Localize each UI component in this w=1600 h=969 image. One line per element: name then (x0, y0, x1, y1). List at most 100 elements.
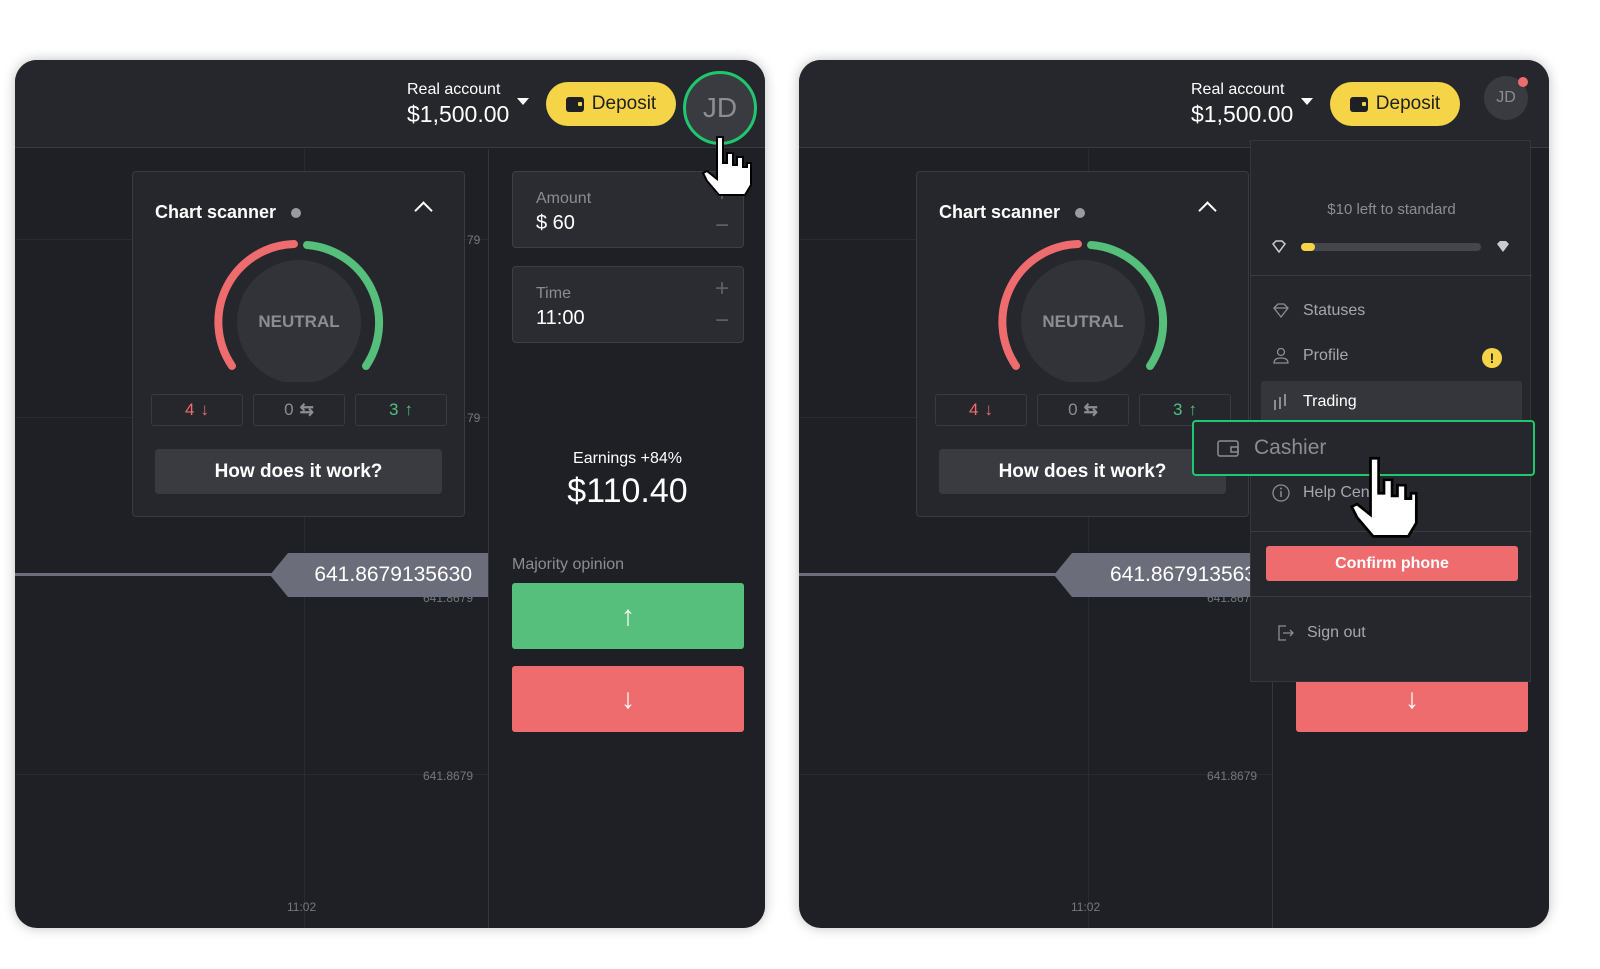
arrow-down-icon: ↓ (621, 683, 635, 714)
account-balance[interactable]: $1,500.00 (407, 101, 509, 128)
sell-signals-count: 4 ↓ (151, 394, 243, 426)
time-axis-label: 11:02 (287, 900, 317, 914)
swap-arrows-icon: ⇆ (299, 400, 314, 419)
divider (1251, 596, 1532, 597)
chevron-up-icon[interactable] (414, 201, 433, 220)
status-progress-text: $10 left to standard (1327, 201, 1456, 218)
status-dot-icon (1075, 208, 1085, 218)
diamond-icon (1497, 241, 1509, 252)
axis-label: 79 (467, 411, 481, 425)
caret-down-icon[interactable] (1301, 98, 1313, 105)
time-label: Time (536, 285, 571, 302)
axis-label: 641.8679 (1207, 769, 1258, 783)
menu-label: Profile (1303, 347, 1349, 364)
status-dot-icon (291, 208, 301, 218)
arrow-down-icon: ↓ (200, 400, 209, 419)
sell-count: 4 (185, 400, 195, 419)
arrow-up-icon: ↑ (621, 600, 635, 631)
swap-arrows-icon: ⇆ (1083, 400, 1098, 419)
current-price-tag: 641.8679135630 (270, 553, 488, 597)
account-type-label: Real account (1191, 81, 1285, 98)
diamond-icon (1273, 303, 1289, 319)
axis-label: 641.8679 (423, 769, 474, 783)
candlestick-icon (1274, 394, 1286, 410)
neutral-count: 0 (284, 400, 294, 419)
down-button[interactable]: ↓ (512, 666, 744, 732)
screen-right: Real account $1,500.00 Deposit 79 79 641… (799, 60, 1549, 928)
time-axis-label: 11:02 (1071, 900, 1101, 914)
menu-item-trading[interactable]: Trading (1271, 392, 1357, 412)
wallet-icon (1217, 440, 1239, 457)
grid-line (799, 774, 1272, 775)
chart-scanner-card: Chart scanner NEUTRAL 4 ↓ 0 ⇆ 3 ↑ How does … (132, 171, 465, 517)
chart-scanner-title: Chart scanner (939, 202, 1061, 222)
sentiment-gauge: NEUTRAL (214, 240, 383, 382)
sign-out-icon (1278, 625, 1294, 641)
wallet-icon (565, 96, 584, 112)
how-does-it-work-button[interactable]: How does it work? (155, 449, 442, 494)
neutral-signals-count: 0 ⇆ (253, 394, 345, 426)
hand-cursor-icon (701, 136, 752, 196)
sell-signals-count: 4 ↓ (935, 394, 1027, 426)
menu-item-profile[interactable]: Profile (1271, 346, 1348, 366)
account-dropdown-menu: $10 left to standard Statuses Profile ! … (1250, 140, 1532, 682)
hand-cursor-icon (1349, 456, 1418, 538)
neutral-count: 0 (1068, 400, 1078, 419)
arrow-up-icon: ↑ (404, 400, 413, 419)
arrow-down-icon: ↓ (984, 400, 993, 419)
plus-icon[interactable]: + (715, 277, 729, 301)
amount-label: Amount (536, 190, 592, 207)
buy-count: 3 (389, 400, 399, 419)
header: Real account $1,500.00 Deposit (15, 60, 765, 148)
sell-count: 4 (969, 400, 979, 419)
deposit-label: Deposit (1375, 93, 1441, 114)
how-does-it-work-button[interactable]: How does it work? (939, 449, 1226, 494)
caret-down-icon[interactable] (517, 98, 529, 105)
wallet-icon (1349, 96, 1368, 112)
earnings-value: $110.40 (567, 472, 688, 510)
notification-dot-icon (1518, 77, 1528, 87)
buy-count: 3 (1173, 400, 1183, 419)
menu-item-sign-out[interactable]: Sign out (1275, 623, 1366, 643)
price-line (799, 573, 1059, 576)
status-progress-bar (1301, 243, 1481, 251)
current-price-tag: 641.867913563 (1054, 553, 1272, 597)
grid-line (15, 774, 488, 775)
amount-value[interactable]: $ 60 (536, 212, 575, 235)
time-field[interactable]: Time 11:00 + − (512, 266, 744, 343)
deposit-button[interactable]: Deposit (1330, 82, 1460, 126)
buy-signals-count: 3 ↑ (355, 394, 447, 426)
arrow-up-icon: ↑ (1188, 400, 1197, 419)
price-line (15, 573, 275, 576)
status-progress-fill (1301, 243, 1316, 251)
arrow-down-icon: ↓ (1405, 683, 1419, 714)
axis-label: 79 (467, 233, 481, 247)
diamond-outline-icon (1272, 240, 1286, 254)
deposit-label: Deposit (591, 93, 657, 114)
minus-icon[interactable]: − (715, 214, 729, 238)
up-button[interactable]: ↑ (512, 583, 744, 649)
menu-label: Cashier (1254, 436, 1327, 459)
warning-icon: ! (1482, 348, 1502, 368)
trade-panel: Amount $ 60 + − Time 11:00 + − Earnings … (488, 149, 765, 928)
account-balance[interactable]: $1,500.00 (1191, 101, 1293, 128)
minus-icon[interactable]: − (715, 309, 729, 333)
info-icon (1272, 484, 1290, 502)
chevron-up-icon[interactable] (1198, 201, 1217, 220)
gauge-label: NEUTRAL (1042, 312, 1123, 331)
account-type-label: Real account (407, 81, 501, 98)
chart-scanner-title: Chart scanner (155, 202, 277, 222)
header: Real account $1,500.00 Deposit (799, 60, 1549, 148)
menu-item-statuses[interactable]: Statuses (1271, 301, 1365, 321)
sentiment-gauge: NEUTRAL (998, 240, 1167, 382)
time-value[interactable]: 11:00 (536, 307, 585, 330)
earnings-label: Earnings +84% (573, 450, 682, 467)
deposit-button[interactable]: Deposit (546, 82, 676, 126)
menu-label: Trading (1303, 393, 1357, 410)
menu-label: Statuses (1303, 302, 1366, 319)
neutral-signals-count: 0 ⇆ (1037, 394, 1129, 426)
confirm-phone-button[interactable]: Confirm phone (1266, 546, 1518, 581)
screen-left: Real account $1,500.00 Deposit 79 79 641… (15, 60, 765, 928)
menu-label: Sign out (1307, 624, 1366, 641)
avatar[interactable]: JD (683, 71, 757, 145)
